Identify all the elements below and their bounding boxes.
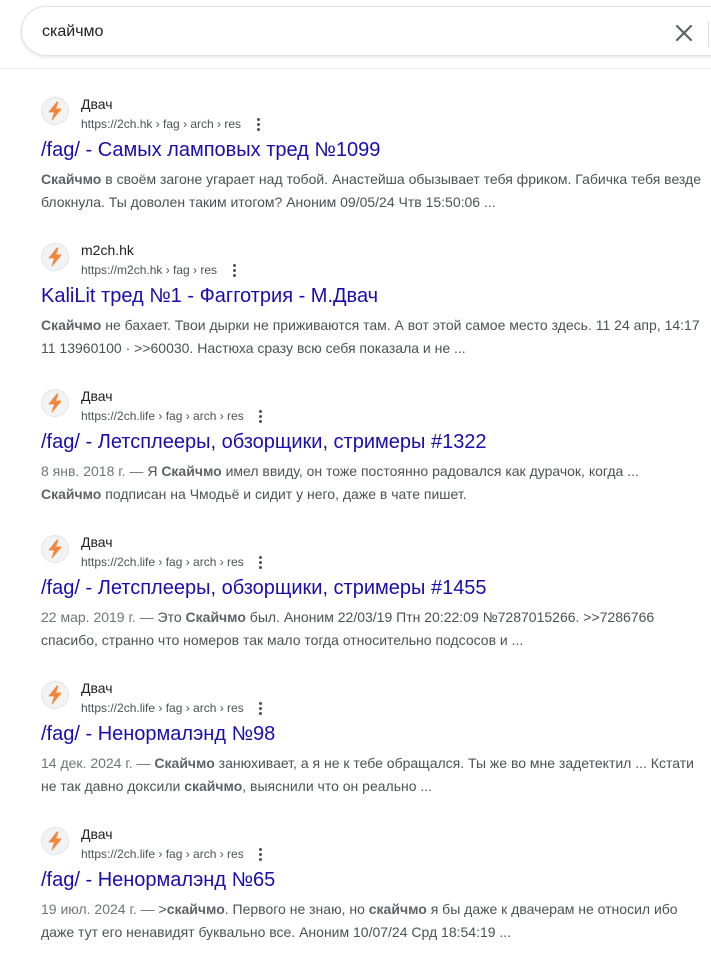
snippet-date: 14 дек. 2024 г. — [41, 755, 155, 771]
snippet-highlight: скайчмо [166, 901, 225, 917]
snippet-highlight: Скайчмо [41, 485, 102, 502]
snippet-text: подписан на Чмодьё и сидит у него, даже … [101, 485, 467, 502]
snippet-highlight: Скайчмо [41, 317, 102, 333]
result-url[interactable]: https://2ch.life › fag › arch › res [81, 846, 268, 862]
snippet-highlight: Скайчмо [41, 171, 102, 187]
search-input[interactable] [42, 20, 602, 44]
result-site-name[interactable]: Двач [81, 96, 113, 112]
snippet-text: > [158, 901, 167, 917]
snippet-text: , выяснили что он реально ... [242, 777, 433, 794]
more-vert-icon[interactable] [251, 116, 265, 132]
snippet-text: не бахает. Твои дырки не приживаются там… [41, 317, 700, 356]
snippet-date: 22 мар. 2019 г. — [41, 609, 158, 625]
result-title-link[interactable]: /fag/ - Летсплееры, обзорщики, стримеры … [41, 430, 487, 454]
result-snippet: 14 дек. 2024 г. — Скайчмо занюхивает, а … [41, 752, 701, 797]
result-url-text[interactable]: https://2ch.hk › fag › arch › res [81, 117, 241, 131]
more-vert-icon[interactable] [254, 700, 268, 716]
results-list: Двач https://2ch.hk › fag › arch › res /… [41, 92, 701, 968]
search-result: m2ch.hk https://m2ch.hk › fag › res Kali… [41, 238, 701, 384]
result-url[interactable]: https://2ch.hk › fag › arch › res [81, 116, 265, 132]
result-title-link[interactable]: /fag/ - Самых ламповых тред №1099 [41, 138, 380, 162]
close-icon[interactable] [673, 22, 695, 44]
result-snippet: Скайчмо не бахает. Твои дырки не прижива… [41, 314, 701, 359]
lightning-icon[interactable] [41, 243, 69, 271]
lightning-icon[interactable] [41, 389, 69, 417]
more-vert-icon[interactable] [254, 554, 268, 570]
result-title-link[interactable]: /fag/ - Ненормалэнд №98 [41, 722, 275, 746]
result-title-link[interactable]: /fag/ - Ненормалэнд №65 [41, 868, 275, 892]
header-divider [0, 68, 711, 69]
result-snippet: 22 мар. 2019 г. — Это Скайчмо был. Анони… [41, 606, 701, 651]
result-site-name[interactable]: Двач [81, 826, 113, 842]
result-url[interactable]: https://m2ch.hk › fag › res [81, 262, 241, 278]
result-site-name[interactable]: Двач [81, 388, 113, 404]
result-snippet: Скайчмо в своём загоне угарает над тобой… [41, 168, 701, 213]
snippet-text: . Первого не знаю, но [224, 901, 369, 917]
result-site-name[interactable]: Двач [81, 534, 113, 550]
snippet-text: в своём загоне угарает над тобой. Анасте… [41, 171, 701, 210]
result-url-text[interactable]: https://2ch.life › fag › arch › res [81, 409, 244, 423]
result-title-link[interactable]: /fag/ - Летсплееры, обзорщики, стримеры … [41, 576, 487, 600]
lightning-icon[interactable] [41, 681, 69, 709]
search-result: Двач https://2ch.life › fag › arch › res… [41, 530, 701, 676]
search-box[interactable] [21, 6, 711, 56]
snippet-text: Это [157, 609, 186, 625]
more-vert-icon[interactable] [227, 262, 241, 278]
snippet-highlight: скайчмо [184, 777, 243, 794]
search-divider [708, 21, 709, 47]
result-url[interactable]: https://2ch.life › fag › arch › res [81, 700, 268, 716]
result-url[interactable]: https://2ch.life › fag › arch › res [81, 408, 268, 424]
snippet-highlight: Скайчмо [185, 609, 246, 625]
result-url-text[interactable]: https://2ch.life › fag › arch › res [81, 555, 244, 569]
snippet-highlight: Скайчмо [161, 463, 222, 479]
lightning-icon[interactable] [41, 535, 69, 563]
lightning-icon[interactable] [41, 827, 69, 855]
result-url[interactable]: https://2ch.life › fag › arch › res [81, 554, 268, 570]
lightning-icon[interactable] [41, 97, 69, 125]
search-result: Двач https://2ch.life › fag › arch › res… [41, 822, 701, 968]
result-snippet: 19 июл. 2024 г. — >скайчмо. Первого не з… [41, 898, 701, 943]
result-title-link[interactable]: KaliLit тред №1 - Фагготрия - М.Двач [41, 284, 378, 308]
result-url-text[interactable]: https://2ch.life › fag › arch › res [81, 701, 244, 715]
search-result: Двач https://2ch.life › fag › arch › res… [41, 384, 701, 530]
snippet-text: имел ввиду, он тоже постоянно радовался … [221, 463, 639, 479]
snippet-date: 8 янв. 2018 г. — [41, 463, 148, 479]
result-url-text[interactable]: https://2ch.life › fag › arch › res [81, 847, 244, 861]
snippet-text: Я [147, 463, 162, 479]
search-result: Двач https://2ch.life › fag › arch › res… [41, 676, 701, 822]
search-result: Двач https://2ch.hk › fag › arch › res /… [41, 92, 701, 238]
snippet-highlight: скайчмо [368, 901, 427, 917]
result-site-name[interactable]: m2ch.hk [81, 242, 134, 258]
snippet-date: 19 июл. 2024 г. — [41, 901, 159, 917]
result-site-name[interactable]: Двач [81, 680, 113, 696]
snippet-highlight: Скайчмо [154, 755, 215, 771]
result-snippet: 8 янв. 2018 г. — Я Скайчмо имел ввиду, о… [41, 460, 701, 505]
more-vert-icon[interactable] [254, 408, 268, 424]
more-vert-icon[interactable] [254, 846, 268, 862]
result-url-text[interactable]: https://m2ch.hk › fag › res [81, 263, 217, 277]
